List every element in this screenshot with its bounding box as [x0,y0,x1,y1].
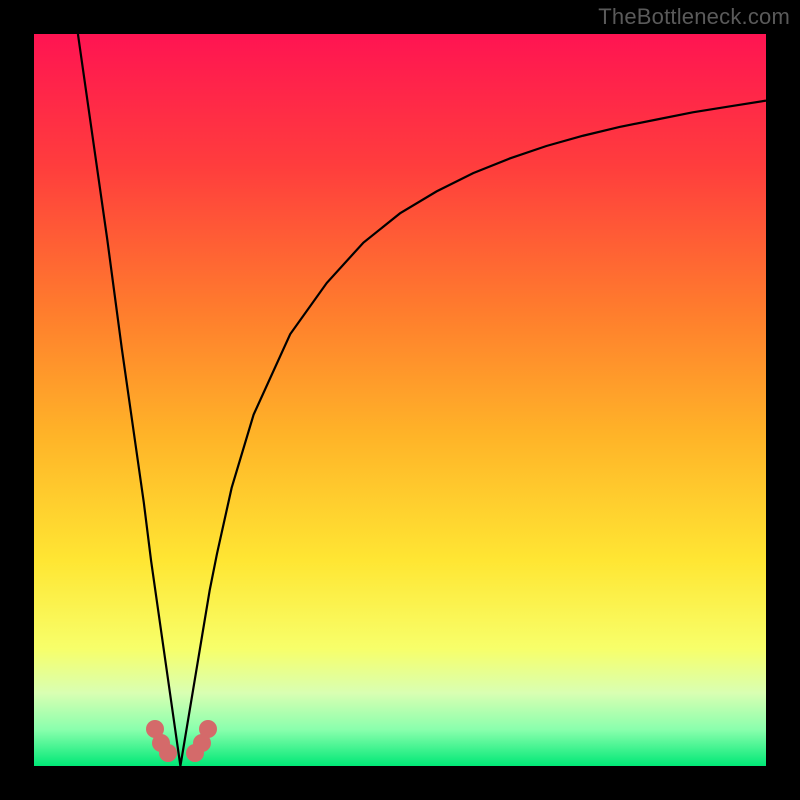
data-marker [159,744,177,762]
watermark-text: TheBottleneck.com [598,4,790,30]
marker-layer [34,34,766,766]
data-marker [199,720,217,738]
outer-frame: TheBottleneck.com [0,0,800,800]
plot-area [34,34,766,766]
